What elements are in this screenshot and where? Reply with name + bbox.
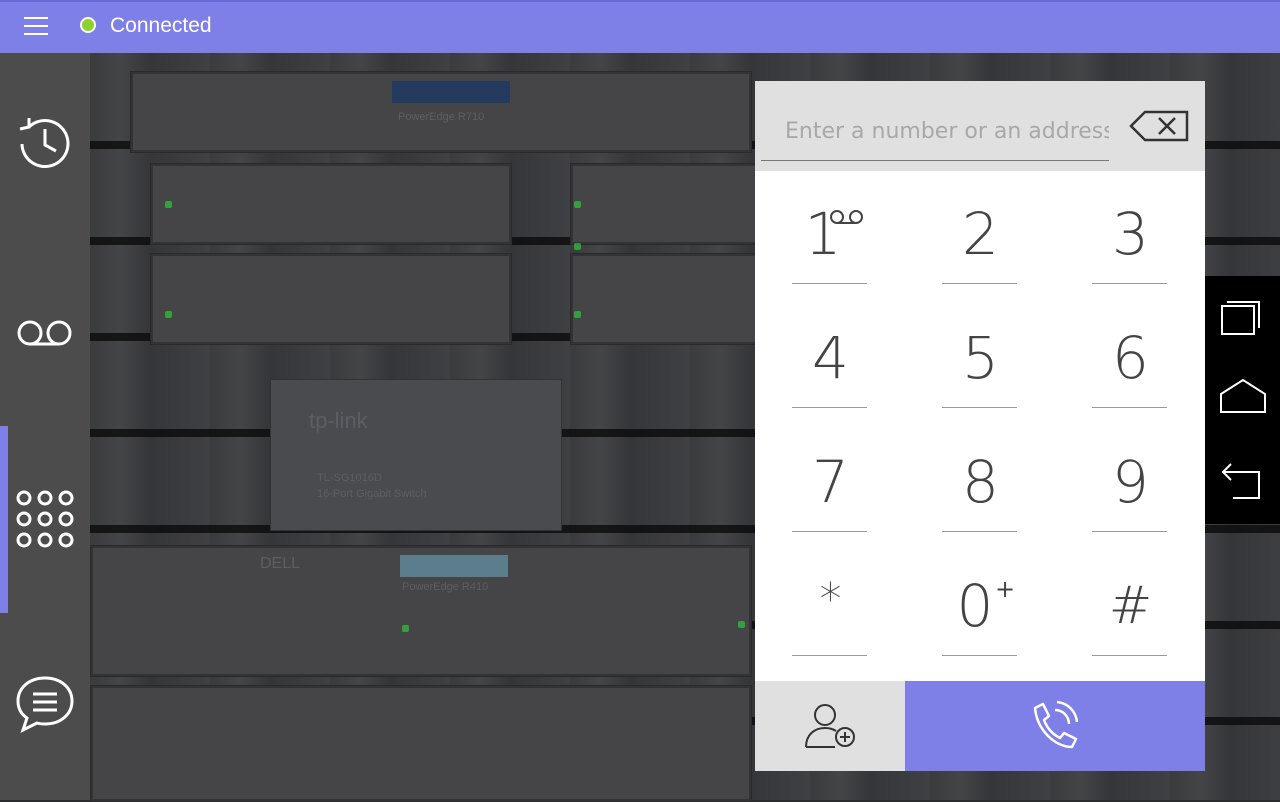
key-5[interactable]: 5: [905, 295, 1056, 419]
dialer-panel: 1 2 3 4 5 6 7: [755, 81, 1205, 771]
rack-label: TL-SG1016D: [317, 472, 382, 484]
key-8[interactable]: 8: [905, 419, 1056, 543]
key-3[interactable]: 3: [1055, 171, 1206, 295]
sidebar-item-chat[interactable]: [0, 643, 90, 793]
rack-label: PowerEdge R710: [398, 111, 485, 123]
address-input[interactable]: [761, 103, 1109, 161]
key-digit: 1: [804, 200, 842, 268]
top-bar: Connected: [0, 0, 1280, 53]
key-6[interactable]: 6: [1055, 295, 1206, 419]
clock-icon: [19, 118, 70, 169]
sidebar-item-dialpad[interactable]: [0, 426, 90, 613]
key-digit: 7: [812, 448, 849, 516]
key-digit: 5: [962, 324, 999, 392]
dialpad-icon: [16, 490, 74, 548]
side-navigation: [0, 53, 90, 800]
voicemail-icon: [830, 210, 863, 224]
key-4[interactable]: 4: [755, 295, 906, 419]
key-digit: 9: [1112, 448, 1149, 516]
connection-status-text: Connected: [110, 14, 212, 37]
switch-panel: tp-link TL-SG1016D 16-Port Gigabit Switc…: [270, 379, 562, 531]
home-icon[interactable]: [1219, 378, 1267, 414]
key-digit: 8: [962, 448, 999, 516]
key-9[interactable]: 9: [1055, 419, 1206, 543]
key-hash[interactable]: #: [1055, 543, 1206, 667]
rack-label: tp-link: [309, 408, 368, 433]
key-digit: #: [1108, 576, 1153, 636]
hamburger-menu-icon[interactable]: [24, 17, 48, 37]
key-digit: 2: [962, 200, 999, 268]
call-button[interactable]: [905, 681, 1205, 771]
add-contact-button[interactable]: [755, 681, 905, 771]
chat-bubble-icon: [16, 676, 74, 733]
connection-status-dot: [80, 17, 96, 33]
key-digit: 3: [1112, 200, 1149, 268]
keypad: 1 2 3 4 5 6 7 8 9 * 0 + #: [755, 171, 1205, 681]
erase-button[interactable]: [1129, 109, 1191, 143]
key-sup: +: [995, 575, 1016, 603]
recent-apps-icon[interactable]: [1219, 298, 1263, 338]
key-2[interactable]: 2: [905, 171, 1056, 295]
phone-call-icon: [1033, 700, 1079, 749]
sidebar-item-voicemail[interactable]: [0, 258, 90, 408]
system-navigation-bar: [1205, 276, 1280, 524]
key-digit: 4: [812, 324, 849, 392]
rack-label: 16-Port Gigabit Switch: [317, 488, 427, 500]
key-7[interactable]: 7: [755, 419, 906, 543]
backspace-icon: [1129, 110, 1189, 142]
key-1[interactable]: 1: [755, 171, 906, 295]
key-star[interactable]: *: [755, 543, 906, 667]
sidebar-item-history[interactable]: [0, 68, 90, 218]
rack-label: PowerEdge R410: [402, 581, 489, 593]
back-icon[interactable]: [1219, 460, 1267, 502]
address-bar: [755, 81, 1205, 171]
add-contact-icon: [805, 704, 855, 748]
voicemail-icon: [17, 320, 72, 346]
key-digit: 6: [1112, 324, 1149, 392]
key-digit: 0: [956, 572, 994, 640]
key-0[interactable]: 0 +: [905, 543, 1056, 667]
key-digit: *: [819, 574, 842, 625]
rack-label: DELL: [260, 555, 301, 572]
